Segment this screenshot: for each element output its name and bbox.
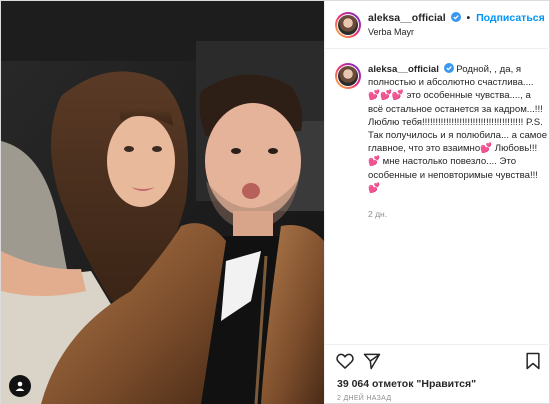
share-icon[interactable] [362, 351, 382, 371]
post-sidebar: aleksa__official • Подписаться Verba May… [324, 1, 550, 404]
action-bar: 39 064 отметок "Нравится" 2 ДНЕЙ НАЗАД [325, 344, 550, 404]
user-tag-button[interactable] [9, 375, 31, 397]
verified-badge-icon [443, 63, 454, 73]
user-tag-icon [15, 381, 25, 391]
verified-badge-icon [450, 12, 461, 22]
header-user-line: aleksa__official • Подписаться [368, 12, 545, 24]
heart-icon[interactable] [335, 351, 355, 371]
post-date: 2 ДНЕЙ НАЗАД [337, 395, 392, 402]
caption-body: Родной, , да, я полностью и абсолютно сч… [368, 64, 548, 194]
post-photo[interactable] [1, 1, 324, 404]
separator-dot: • [466, 12, 471, 24]
location-link[interactable]: Verba Mayr [368, 27, 414, 37]
caption-username[interactable]: aleksa__official [368, 64, 439, 75]
caption-section: aleksa__official Родной, , да, я полност… [325, 49, 550, 344]
couple-selfie-image [1, 1, 324, 404]
caption-time: 2 дн. [368, 209, 388, 219]
post-header: aleksa__official • Подписаться Verba May… [325, 1, 550, 49]
avatar[interactable] [335, 12, 361, 38]
instagram-post: aleksa__official • Подписаться Verba May… [0, 0, 550, 404]
likes-count[interactable]: 39 064 отметок "Нравится" [337, 378, 476, 390]
caption-avatar[interactable] [335, 63, 361, 89]
follow-button[interactable]: Подписаться [476, 12, 545, 24]
username-link[interactable]: aleksa__official [368, 12, 446, 24]
bookmark-icon[interactable] [523, 351, 543, 371]
caption-text: aleksa__official Родной, , да, я полност… [368, 63, 548, 195]
